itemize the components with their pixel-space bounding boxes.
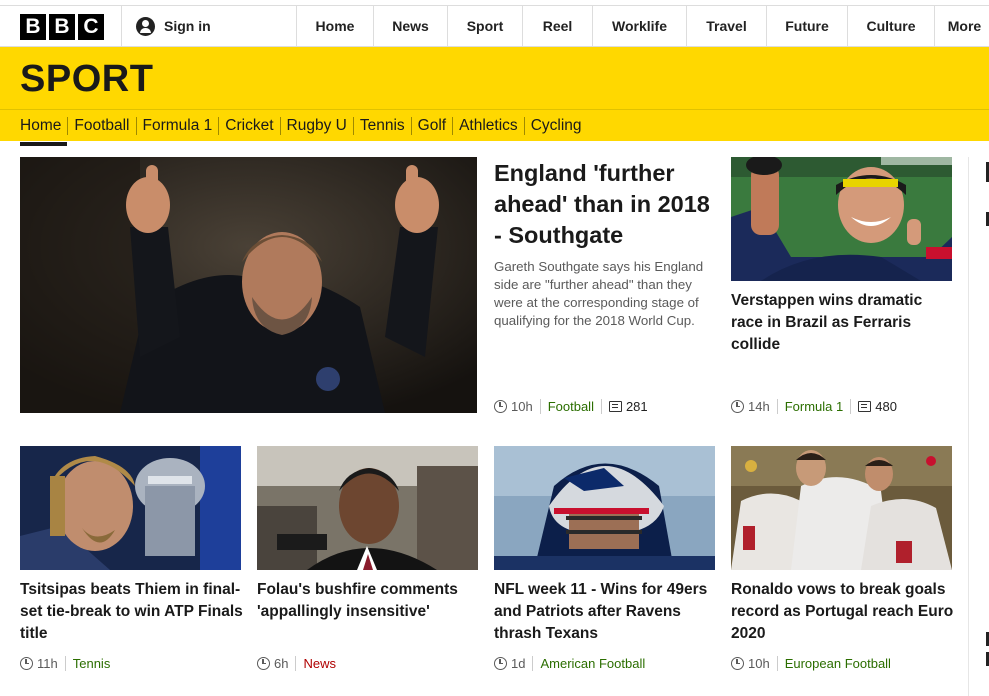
sport-title[interactable]: SPORT xyxy=(20,58,153,101)
separator xyxy=(850,398,852,414)
sport-nav-golf[interactable]: Golf xyxy=(410,116,452,135)
side-story-headline[interactable]: Verstappen wins dramatic race in Brazil … xyxy=(731,290,956,356)
section-link[interactable]: Formula 1 xyxy=(785,399,844,414)
top-nav-worklife[interactable]: Worklife xyxy=(592,6,686,46)
separator xyxy=(539,398,541,414)
side-story-image[interactable] xyxy=(731,157,952,281)
sport-nav-cycling[interactable]: Cycling xyxy=(523,116,588,135)
clock-icon xyxy=(494,656,507,670)
sport-nav-formula-1[interactable]: Formula 1 xyxy=(135,116,219,135)
section-link[interactable]: News xyxy=(303,656,336,671)
sport-nav-cricket[interactable]: Cricket xyxy=(218,116,279,135)
bbc-logo[interactable]: B B C xyxy=(20,14,104,40)
story-age: 10h xyxy=(748,655,770,671)
card-image-tennis[interactable] xyxy=(20,446,241,570)
sport-nav: Home Football Formula 1 Cricket Rugby U … xyxy=(0,110,588,146)
top-nav-culture[interactable]: Culture xyxy=(847,6,934,46)
card-meta: 11h Tennis xyxy=(20,655,110,671)
top-nav-home[interactable]: Home xyxy=(296,6,373,46)
hero-headline[interactable]: England 'further ahead' than in 2018 - S… xyxy=(494,158,722,251)
comments-icon xyxy=(858,400,872,412)
top-nav-news[interactable]: News xyxy=(373,6,447,46)
card-headline[interactable]: Folau's bushfire comments 'appallingly i… xyxy=(257,579,482,623)
separator xyxy=(532,655,534,671)
card-headline[interactable]: Ronaldo vows to break goals record as Po… xyxy=(731,579,956,645)
logo-letter: B xyxy=(20,14,46,40)
top-nav: Home News Sport Reel Worklife Travel Fut… xyxy=(296,6,989,46)
separator xyxy=(295,655,297,671)
story-age: 10h xyxy=(511,398,533,414)
clock-icon xyxy=(731,399,744,413)
sport-header: SPORT Home Football Formula 1 Cricket Ru… xyxy=(0,47,989,146)
section-link[interactable]: European Football xyxy=(785,656,891,671)
comment-count[interactable]: 480 xyxy=(875,399,897,414)
top-nav-reel[interactable]: Reel xyxy=(522,6,592,46)
sport-nav-athletics[interactable]: Athletics xyxy=(452,116,524,135)
sport-nav-tennis[interactable]: Tennis xyxy=(352,116,411,135)
global-navigation: B B C Sign in Home News Sport Reel Workl… xyxy=(0,5,989,47)
card-image-nfl[interactable] xyxy=(494,446,715,570)
logo-letter: B xyxy=(49,14,75,40)
section-link[interactable]: Football xyxy=(548,399,594,414)
hero-summary: Gareth Southgate says his England side a… xyxy=(494,259,704,328)
side-story-meta: 14h Formula 1 480 xyxy=(731,398,897,414)
clock-icon xyxy=(257,656,270,670)
sport-nav-rugby-union[interactable]: Rugby U xyxy=(279,116,353,135)
card-headline[interactable]: Tsitsipas beats Thiem in final-set tie-b… xyxy=(20,579,245,645)
section-link[interactable]: Tennis xyxy=(73,656,111,671)
clock-icon xyxy=(494,399,507,413)
story-age: 6h xyxy=(274,655,289,671)
card-image-football[interactable] xyxy=(731,446,952,570)
comment-count[interactable]: 281 xyxy=(626,399,648,414)
top-nav-travel[interactable]: Travel xyxy=(686,6,766,46)
story-age: 1d xyxy=(511,655,526,671)
sign-in-label: Sign in xyxy=(164,18,211,34)
sport-nav-football[interactable]: Football xyxy=(67,116,135,135)
card-image-news[interactable] xyxy=(257,446,478,570)
right-column-cutoff xyxy=(968,157,989,696)
top-nav-future[interactable]: Future xyxy=(766,6,847,46)
section-link[interactable]: American Football xyxy=(540,656,645,671)
comments-icon xyxy=(608,400,622,412)
card-meta: 6h News xyxy=(257,655,336,671)
sign-in-link[interactable]: Sign in xyxy=(121,6,296,46)
separator xyxy=(600,398,602,414)
sport-nav-home[interactable]: Home xyxy=(0,117,68,146)
top-nav-sport[interactable]: Sport xyxy=(447,6,522,46)
story-age: 14h xyxy=(748,398,770,414)
separator xyxy=(64,655,66,671)
logo-letter: C xyxy=(78,14,104,40)
card-headline[interactable]: NFL week 11 - Wins for 49ers and Patriot… xyxy=(494,579,719,645)
story-age: 11h xyxy=(37,655,58,671)
clock-icon xyxy=(731,656,744,670)
account-icon xyxy=(136,16,155,36)
top-nav-more[interactable]: More xyxy=(934,6,989,46)
separator xyxy=(776,398,778,414)
separator xyxy=(776,655,778,671)
card-meta: 1d American Football xyxy=(494,655,645,671)
clock-icon xyxy=(20,656,33,670)
hero-image[interactable] xyxy=(20,157,477,413)
hero-meta: 10h Football 281 xyxy=(494,398,648,414)
card-meta: 10h European Football xyxy=(731,655,891,671)
